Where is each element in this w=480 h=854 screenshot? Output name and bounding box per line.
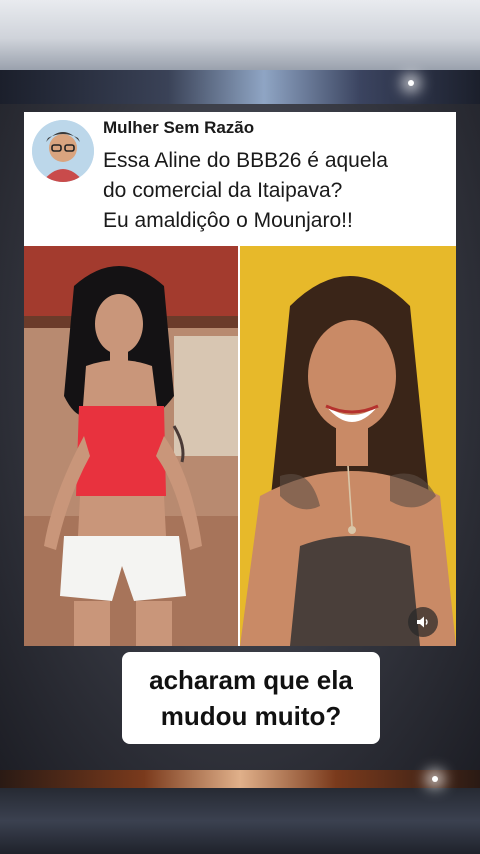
backdrop-light-band-bottom: [0, 770, 480, 790]
post-header: Mulher Sem Razão Essa Aline do BBB26 é a…: [24, 112, 456, 246]
avatar-illustration: [32, 120, 94, 182]
post-text: Essa Aline do BBB26 é aquela do comercia…: [103, 146, 453, 236]
speaker-volume-icon: [417, 616, 428, 628]
caption-line: acharam que ela: [149, 665, 353, 695]
photo-before-illustration: [24, 246, 238, 646]
post-text-line: do comercial da Itaipava?: [103, 179, 343, 202]
caption-box: acharam que ela mudou muito?: [122, 652, 380, 744]
backdrop-top: [0, 0, 480, 70]
post-text-line: Eu amaldiçôo o Mounjaro!!: [103, 209, 353, 232]
volume-button[interactable]: [408, 607, 438, 637]
post-author-name[interactable]: Mulher Sem Razão: [103, 118, 254, 138]
profile-avatar[interactable]: [32, 120, 94, 182]
post-text-line: Essa Aline do BBB26 é aquela: [103, 149, 388, 172]
stage-flare: [408, 80, 414, 86]
backdrop-light-band: [0, 70, 480, 104]
stage-flare: [432, 776, 438, 782]
caption-line: mudou muito?: [160, 701, 342, 731]
photo-before: [24, 246, 238, 646]
backdrop-bottom: [0, 788, 480, 854]
post-card: Mulher Sem Razão Essa Aline do BBB26 é a…: [24, 112, 456, 646]
photo-after-illustration: [240, 246, 456, 646]
photo-after: [240, 246, 456, 646]
